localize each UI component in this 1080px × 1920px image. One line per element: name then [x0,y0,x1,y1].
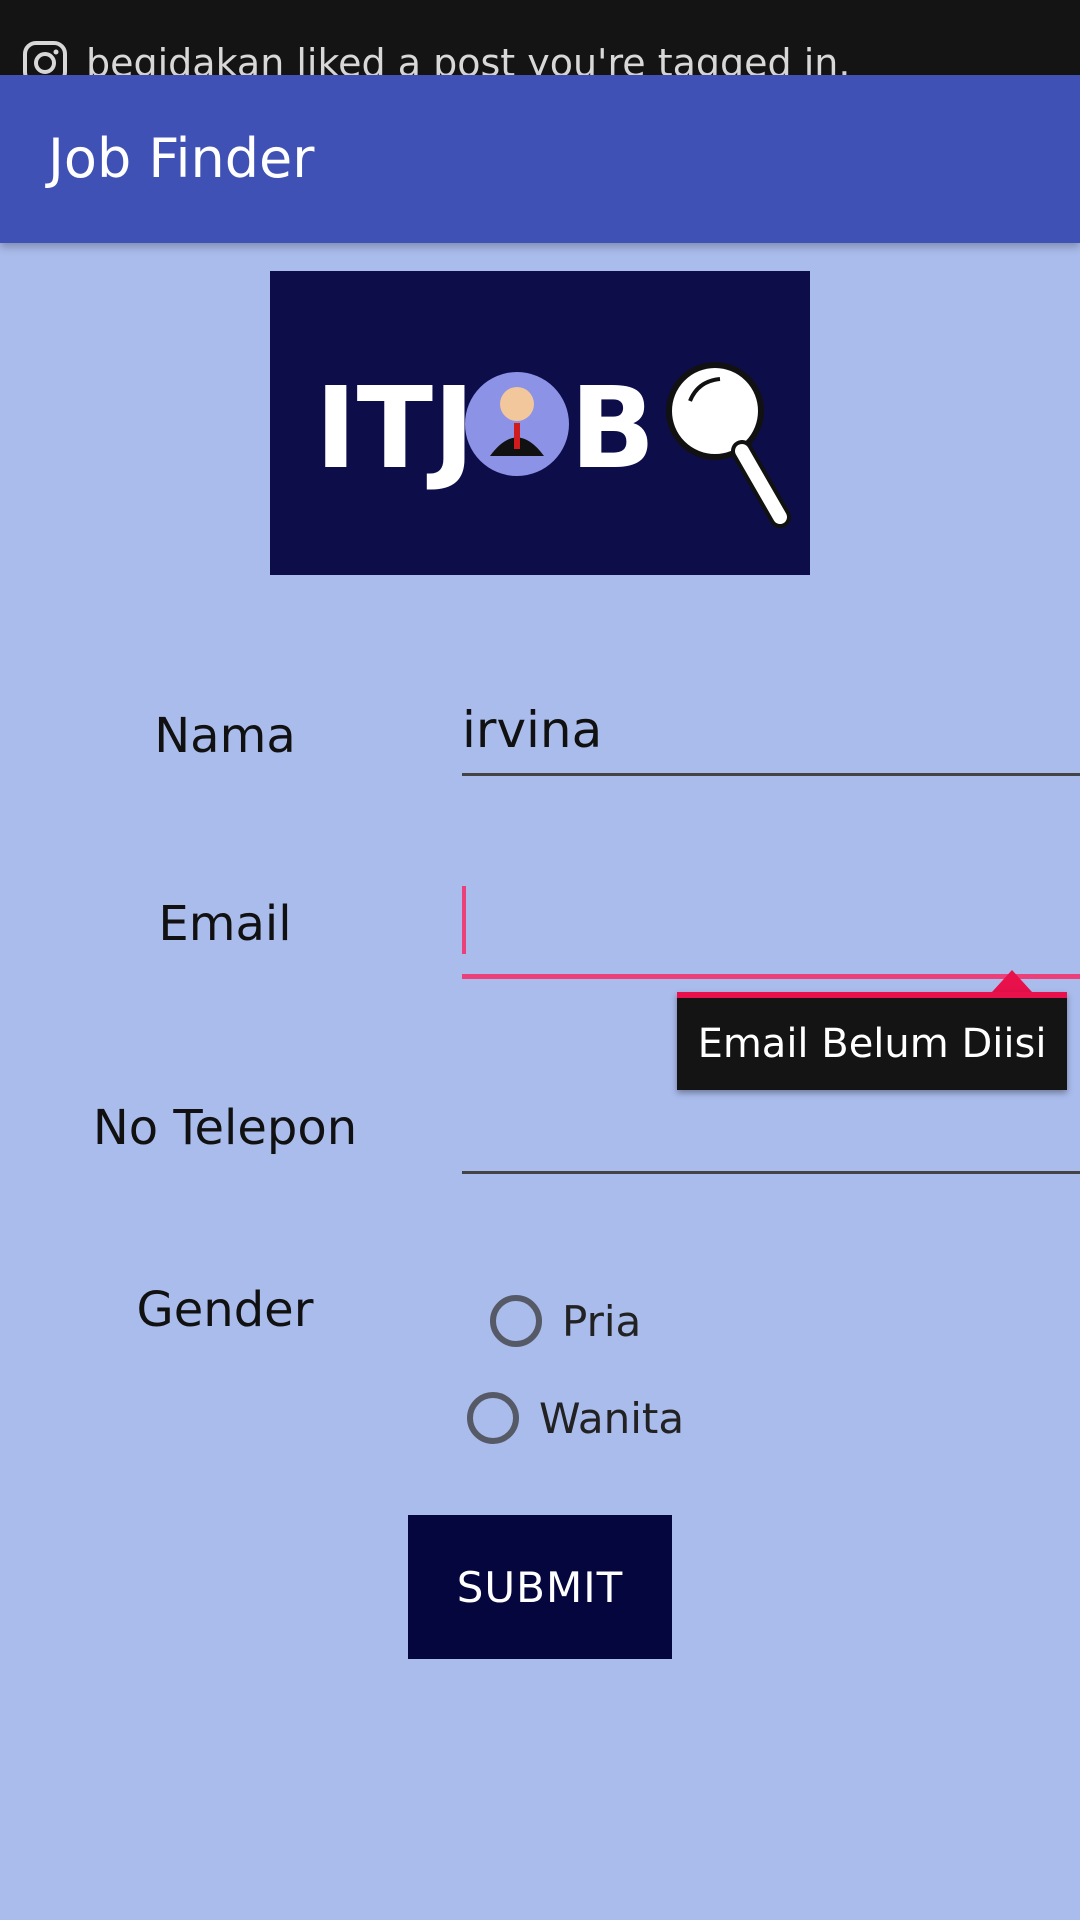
radio-label-wanita: Wanita [539,1393,685,1443]
svg-text:ITJ: ITJ [315,364,475,494]
app-bar: Job Finder [0,75,1080,243]
email-error-tooltip: Email Belum Diisi [677,992,1067,1090]
telepon-input[interactable] [462,1100,1080,1174]
gender-option-pria[interactable]: Pria [490,1295,641,1347]
svg-text:B: B [570,364,655,494]
itjob-logo: ITJ B ITJOB [270,271,810,575]
email-label: Email [158,896,292,952]
nama-label: Nama [154,708,296,764]
notification-banner[interactable]: begidakan liked a post you're tagged in. [22,38,850,80]
gender-option-wanita[interactable]: Wanita [467,1392,684,1444]
submit-button[interactable]: SUBMIT [408,1515,672,1659]
status-bar: begidakan liked a post you're tagged in. [0,0,1080,80]
error-tooltip-arrow [992,970,1032,992]
telepon-label: No Telepon [92,1100,358,1156]
nama-input[interactable]: irvina [462,700,1080,776]
instagram-icon [23,41,67,80]
nama-value: irvina [462,701,603,759]
email-input[interactable] [462,880,1080,979]
radio-button-pria[interactable] [490,1295,542,1347]
radio-button-wanita[interactable] [467,1392,519,1444]
gender-label: Gender [136,1282,314,1338]
logo-graphic: ITJ B [270,271,810,575]
logo-text: ITJOB [810,271,811,272]
app-title: Job Finder [48,127,315,190]
radio-label-pria: Pria [562,1296,642,1346]
text-cursor [462,886,466,954]
